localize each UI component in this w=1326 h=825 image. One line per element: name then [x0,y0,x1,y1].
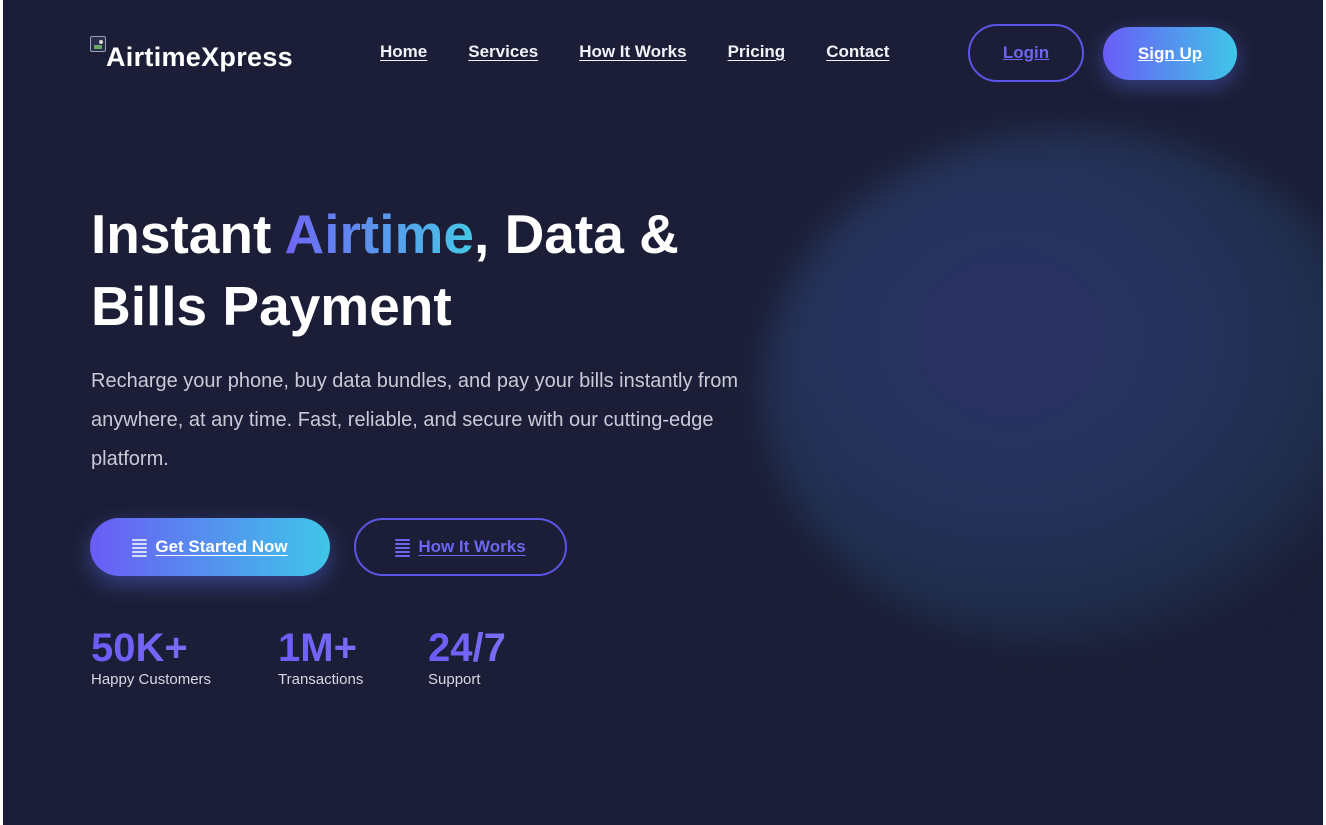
main-nav: Home Services How It Works Pricing Conta… [380,42,930,62]
how-it-works-label: How It Works [418,537,526,556]
hero-title-accent: Airtime [284,203,475,265]
how-it-works-button[interactable]: How It Works [354,518,567,576]
brand-name: AirtimeXpress [106,42,293,72]
login-button[interactable]: Login [968,24,1084,82]
nav-link-pricing[interactable]: Pricing [728,42,786,62]
background-glow [763,130,1323,650]
nav-link-how-it-works[interactable]: How It Works [579,42,686,62]
stat-label: Happy Customers [91,671,212,688]
landing-page: AirtimeXpress Home Services How It Works… [3,0,1323,825]
stat-support: 24/7 Support [428,626,506,688]
stat-value: 50K+ [91,626,211,670]
signup-button[interactable]: Sign Up [1103,27,1237,80]
nav-link-services[interactable]: Services [468,42,538,62]
hero-title-part1: Instant [91,203,285,265]
stat-label: Transactions [278,671,364,688]
stat-label: Support [428,671,481,688]
hero-subtitle: Recharge your phone, buy data bundles, a… [91,370,739,470]
nav-link-home[interactable]: Home [380,42,427,62]
hero-title: Instant Airtime, Data & Bills Payment [91,198,771,342]
brand-logo[interactable]: AirtimeXpress [90,34,293,73]
stat-value: 24/7 [428,626,506,670]
stat-value: 1M+ [278,626,363,670]
get-started-label: Get Started Now [155,537,288,556]
nav-link-contact[interactable]: Contact [826,42,889,62]
broken-image-icon [90,36,106,52]
stat-customers: 50K+ Happy Customers [91,626,211,688]
get-started-button[interactable]: Get Started Now [90,518,330,576]
list-icon [395,538,411,557]
list-icon [132,538,148,557]
stat-transactions: 1M+ Transactions [278,626,363,688]
